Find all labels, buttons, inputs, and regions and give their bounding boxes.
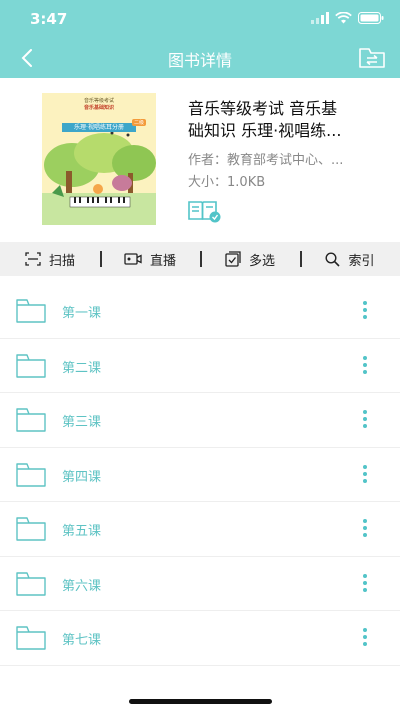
toolbar: 扫描 直播 多选 索引 [0, 242, 400, 276]
folder-icon [16, 299, 46, 323]
status-bar: 3:47 [0, 0, 400, 38]
folder-icon [16, 408, 46, 432]
book-size: 大小：1.0KB [188, 171, 388, 190]
book-title-line1: 音乐等级考试 音乐基 [188, 99, 338, 118]
author-label: 作者： [188, 153, 228, 168]
search-icon [325, 251, 341, 267]
battery-icon [358, 12, 384, 24]
list-item[interactable]: 第六课 [0, 557, 400, 611]
list-item-label: 第七课 [62, 633, 102, 648]
more-icon[interactable] [356, 627, 374, 647]
cover-series-text: 音乐基础知识 [83, 105, 114, 111]
wifi-icon [335, 12, 352, 24]
status-icons [311, 12, 384, 24]
cover-illustration [42, 93, 156, 225]
list-item[interactable]: 第七课 [0, 611, 400, 666]
multi-select-icon [225, 251, 241, 267]
folder-switch-button[interactable] [356, 44, 388, 72]
lesson-list: 第一课 第二课 第三课 第四课 第五课 第六课 第七课 [0, 284, 400, 666]
size-value: 1.0KB [227, 175, 266, 190]
video-camera-icon [124, 253, 142, 265]
book-title-line2: 础知识 乐理·视唱练... [188, 121, 342, 140]
multi-select-button[interactable]: 多选 [200, 242, 300, 276]
folder-icon [16, 517, 46, 541]
multi-select-label: 多选 [248, 253, 275, 269]
book-info: 音乐等级考试 音乐基础知识 乐理·视唱练耳分册 二级 音乐等级考试 音乐基 础知… [0, 78, 400, 242]
list-item[interactable]: 第三课 [0, 393, 400, 448]
list-item-label: 第四课 [62, 469, 102, 485]
list-item[interactable]: 第四课 [0, 448, 400, 502]
nav-bar: 图书详情 [0, 38, 400, 78]
more-icon[interactable] [356, 409, 374, 429]
book-author: 作者：教育部考试中心、... [188, 149, 388, 168]
folder-icon [16, 353, 46, 378]
more-icon[interactable] [356, 518, 374, 538]
list-item[interactable]: 第五课 [0, 502, 400, 557]
list-item-label: 第二课 [62, 360, 102, 376]
list-item-label: 第五课 [62, 524, 102, 539]
folder-switch-icon [359, 48, 385, 68]
folder-icon [16, 571, 46, 596]
book-cover[interactable]: 音乐等级考试 音乐基础知识 乐理·视唱练耳分册 二级 [42, 93, 156, 225]
size-label: 大小： [188, 175, 228, 190]
book-read-icon[interactable] [187, 199, 221, 223]
signal-icon [311, 12, 329, 24]
folder-icon [16, 626, 46, 650]
status-time: 3:47 [30, 10, 68, 28]
list-item[interactable]: 第一课 [0, 284, 400, 339]
cover-top-text: 音乐等级考试 [83, 98, 114, 104]
book-title: 音乐等级考试 音乐基 础知识 乐理·视唱练... [188, 98, 388, 142]
list-item-label: 第六课 [62, 578, 102, 594]
scan-icon [25, 252, 41, 266]
page-title: 图书详情 [167, 51, 232, 70]
index-label: 索引 [348, 253, 375, 269]
list-item-label: 第三课 [62, 415, 102, 430]
more-icon[interactable] [356, 355, 374, 375]
live-button[interactable]: 直播 [100, 242, 200, 276]
list-item[interactable]: 第二课 [0, 339, 400, 393]
scan-button[interactable]: 扫描 [0, 242, 100, 276]
list-item-label: 第一课 [62, 306, 102, 321]
more-icon[interactable] [356, 300, 374, 320]
folder-icon [16, 462, 46, 487]
index-button[interactable]: 索引 [300, 242, 400, 276]
more-icon[interactable] [356, 464, 374, 484]
author-value: 教育部考试中心、... [227, 153, 344, 168]
more-icon[interactable] [356, 573, 374, 593]
live-label: 直播 [149, 253, 176, 269]
home-indicator[interactable] [129, 699, 272, 704]
cover-tag: 二级 [131, 119, 146, 126]
scan-label: 扫描 [48, 253, 75, 269]
cover-subtitle: 乐理·视唱练耳分册 [62, 123, 136, 132]
